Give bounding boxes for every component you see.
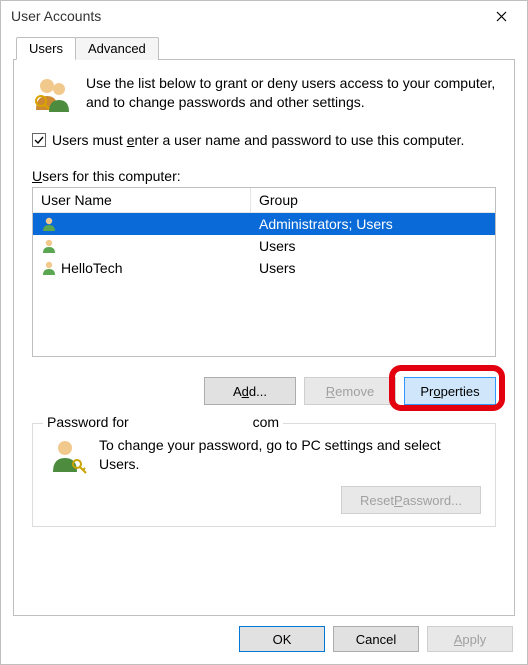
cell-group: Users (251, 238, 495, 254)
user-icon (41, 238, 57, 254)
users-list-label: Users for this computer: (32, 168, 496, 184)
password-groupbox-legend: Password for com (43, 414, 283, 430)
cell-group: Users (251, 260, 495, 276)
user-icon (41, 216, 57, 232)
intro-text: Use the list below to grant or deny user… (86, 74, 496, 112)
close-icon (496, 11, 507, 22)
users-button-row: Add... Remove Properties (32, 377, 496, 405)
apply-button: Apply (427, 626, 513, 652)
cell-group: Administrators; Users (251, 216, 495, 232)
properties-button[interactable]: Properties (404, 377, 496, 405)
list-item[interactable]: Users (33, 235, 495, 257)
password-groupbox: Password for com To change your password… (32, 423, 496, 527)
cancel-button[interactable]: Cancel (333, 626, 419, 652)
column-header-username[interactable]: User Name (33, 188, 251, 212)
titlebar[interactable]: User Accounts (1, 1, 527, 31)
tab-strip: Users Advanced (13, 37, 515, 59)
close-button[interactable] (481, 3, 521, 29)
checkbox-icon (32, 133, 46, 147)
add-button[interactable]: Add... (204, 377, 296, 405)
window-title: User Accounts (11, 8, 101, 24)
intro-row: Use the list below to grant or deny user… (32, 74, 496, 114)
user-key-icon (47, 436, 87, 476)
tab-page-users: Use the list below to grant or deny user… (13, 59, 515, 616)
listview-header: User Name Group (33, 188, 495, 213)
dialog-button-row: OK Cancel Apply (1, 616, 527, 664)
user-accounts-dialog: User Accounts Users Advanced Use the lis… (0, 0, 528, 665)
column-header-group[interactable]: Group (251, 188, 495, 212)
list-item[interactable]: HelloTech Users (33, 257, 495, 279)
tab-users[interactable]: Users (16, 37, 76, 60)
ok-button[interactable]: OK (239, 626, 325, 652)
require-login-label: Users must enter a user name and passwor… (52, 132, 464, 148)
remove-button: Remove (304, 377, 396, 405)
tab-advanced[interactable]: Advanced (75, 37, 159, 60)
list-item[interactable]: Administrators; Users (33, 213, 495, 235)
listview-body: Administrators; Users Users HelloTech (33, 213, 495, 356)
reset-password-button: Reset Password... (341, 486, 481, 514)
cell-username: HelloTech (61, 260, 122, 276)
password-text: To change your password, go to PC settin… (99, 436, 481, 474)
users-listview[interactable]: User Name Group Administrators; Users (32, 187, 496, 357)
user-icon (41, 260, 57, 276)
require-login-checkbox[interactable]: Users must enter a user name and passwor… (32, 132, 496, 148)
users-icon (32, 74, 72, 114)
